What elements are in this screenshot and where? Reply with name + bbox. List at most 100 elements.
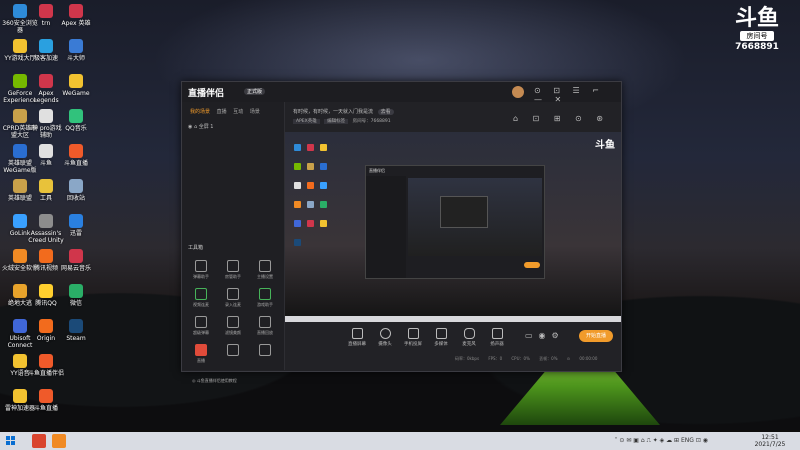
desktop-shortcut[interactable]: WeGame: [58, 74, 94, 97]
fps: FPS：0: [488, 356, 503, 361]
speaker-icon: [491, 328, 503, 339]
system-tray-icons[interactable]: ˄ ⊙ ✉ ▣ ⌂ ⎍ ✦ ◈ ☁ ⊞ ENG ⊡ ◉: [615, 437, 708, 445]
app-icon: [39, 74, 53, 88]
desktop-shortcut[interactable]: 斗鱼直播伴侣: [28, 354, 64, 377]
nested-brand: 直播伴侣: [369, 168, 385, 173]
preview-taskbar: [285, 316, 621, 322]
desktop-shortcut[interactable]: 迅雷: [58, 214, 94, 237]
scene-tabs: 我的场景 直播 互动 场景: [190, 108, 265, 115]
app-icon: [69, 179, 83, 193]
toolbox-item[interactable]: [252, 344, 278, 358]
tutorial-link[interactable]: ◎ 斗鱼直播伴侣使用教程: [192, 378, 237, 384]
version-tag: 正式版: [244, 88, 266, 95]
taskbar-companion-icon[interactable]: [52, 434, 66, 448]
toolbox-item[interactable]: 主播设置: [252, 260, 278, 280]
microphone-icon: [463, 328, 475, 339]
app-icon: [69, 319, 83, 333]
tool-icon: [227, 260, 239, 272]
tool-label: 游戏助手: [257, 302, 273, 307]
tool-icon: [259, 316, 271, 328]
windows-start-icon[interactable]: [6, 436, 16, 446]
edit-tags-chip[interactable]: 编辑标签: [324, 119, 349, 124]
app-icon: [13, 179, 27, 193]
header-icons[interactable]: ⌂ ⊡ ⊞ ⊙ ⊛: [513, 114, 609, 123]
tool-label: 超级弹幕: [193, 330, 209, 335]
shortcut-label: 斗大师: [66, 55, 85, 62]
taskbar-douyu-icon[interactable]: [32, 434, 46, 448]
screen-capture-button[interactable]: 直播屏幕: [343, 328, 371, 347]
left-panel: 我的场景 直播 互动 场景 ◉ ⌂ 全屏 1 工具箱 弹幕助手 房管助手 主播设置视…: [182, 102, 285, 383]
tab-scenes[interactable]: 我的场景: [190, 109, 210, 115]
toolbox-item[interactable]: 视频连麦: [188, 288, 214, 308]
shortcut-label: Steam: [66, 335, 86, 342]
microphone-button[interactable]: 麦克风: [455, 328, 483, 347]
record-eye-gear-icons[interactable]: ▭◉⚙: [525, 331, 565, 340]
shortcut-label: 斗鱼直播: [33, 405, 58, 412]
nested-window-preview: 直播伴侣: [365, 165, 545, 279]
stream-stats: 码率：0kbps FPS：0 CPU：0% 丢帧：0% ⊙ 00:00:00: [455, 356, 597, 362]
toolbox-item[interactable]: 超级弹幕: [188, 316, 214, 336]
app-icon: [13, 39, 27, 53]
speaker-button[interactable]: 扬声器: [483, 328, 511, 347]
date: 2021/7/25: [754, 441, 786, 448]
category-chip[interactable]: APEX英雄: [293, 119, 320, 124]
toolbox-item[interactable]: 滤镜美颜: [220, 316, 246, 336]
app-icon: [69, 39, 83, 53]
desktop-shortcut[interactable]: QQ音乐: [58, 109, 94, 132]
toolbox-item[interactable]: 游戏助手: [252, 288, 278, 308]
desktop-shortcut[interactable]: 网易云音乐: [58, 249, 94, 272]
toolbox-item[interactable]: 录入连麦: [220, 288, 246, 308]
toolbox-item[interactable]: 直播: [188, 344, 214, 364]
toolbox-item[interactable]: 直播回放: [252, 316, 278, 336]
app-icon: [13, 249, 27, 263]
toolbox-item[interactable]: [220, 344, 246, 358]
multimedia-button[interactable]: 多媒体: [427, 328, 455, 347]
window-titlebar[interactable]: 直播伴侣 正式版 ⊙ ⊡ ☰ ⌐ — ✕: [182, 82, 621, 104]
app-icon: [69, 249, 83, 263]
desktop-shortcut[interactable]: Steam: [58, 319, 94, 342]
tool-label: 录入连麦: [225, 302, 241, 307]
toolbox-heading: 工具箱: [188, 245, 204, 251]
tab-interact[interactable]: 互动: [233, 109, 243, 115]
desktop-shortcut[interactable]: 斗大师: [58, 39, 94, 62]
tab-live[interactable]: 直播: [217, 109, 227, 115]
camera-button[interactable]: 摄像头: [371, 328, 399, 347]
app-icon: [13, 389, 27, 403]
clock[interactable]: 12:51 2021/7/25: [750, 434, 790, 448]
bitrate: 码率：0kbps: [455, 356, 480, 361]
shortcut-label: 回收站: [66, 195, 85, 202]
camera-icon: [379, 328, 391, 339]
phone-cast-button[interactable]: 手机投屏: [399, 328, 427, 347]
tool-icon: [227, 344, 239, 356]
room-number: 7668891: [735, 42, 779, 52]
scene-item[interactable]: ◉ ⌂ 全屏 1: [188, 123, 214, 130]
app-icon: [69, 144, 83, 158]
shortcut-label: QQ音乐: [65, 125, 87, 132]
app-icon: [13, 284, 27, 298]
app-icon: [39, 249, 53, 263]
desktop-shortcut[interactable]: 斗鱼直播: [28, 389, 64, 412]
source-controls: 直播屏幕 摄像头 手机投屏 多媒体 麦克风 扬声器 ▭◉⚙ 开始直播: [285, 324, 621, 352]
desktop-shortcut[interactable]: 微信: [58, 284, 94, 307]
app-icon: [13, 74, 27, 88]
control-label: 手机投屏: [404, 342, 422, 347]
control-label: 麦克风: [462, 342, 476, 347]
avatar[interactable]: [512, 86, 524, 98]
app-icon: [69, 214, 83, 228]
app-icon: [39, 144, 53, 158]
start-live-button[interactable]: 开始直播: [579, 330, 613, 342]
toolbox-item[interactable]: 房管助手: [220, 260, 246, 280]
tab-scene[interactable]: 场景: [250, 109, 260, 115]
app-icon: [39, 354, 53, 368]
preview-logo: 斗鱼: [595, 140, 615, 151]
logo-sub: 房间号: [740, 31, 774, 41]
tool-icon: [259, 260, 271, 272]
desktop-shortcut[interactable]: Apex 英雄: [58, 4, 94, 27]
desktop-shortcut[interactable]: 回收站: [58, 179, 94, 202]
stream-preview[interactable]: 直播伴侣 斗鱼: [285, 132, 621, 322]
desktop-shortcut[interactable]: 斗鱼直播: [58, 144, 94, 167]
toolbox-item[interactable]: 弹幕助手: [188, 260, 214, 280]
room-info-bar: APEX英雄 编辑标签 房间号：7668891: [293, 118, 391, 124]
app-icon: [13, 214, 27, 228]
announcement-button[interactable]: 去看: [377, 109, 394, 115]
